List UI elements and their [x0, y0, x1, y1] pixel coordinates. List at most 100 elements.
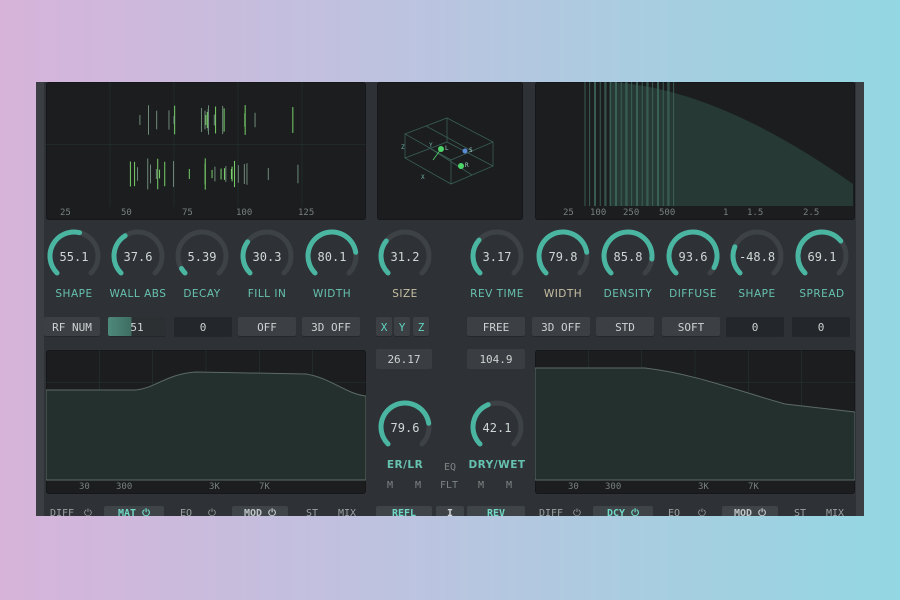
power-icon[interactable]: ⏻ — [208, 508, 216, 516]
tab-dcy[interactable]: DCY ⏻ — [593, 506, 653, 516]
x-axis-button[interactable]: X — [376, 317, 392, 337]
tab-label: MOD — [244, 507, 263, 517]
zero-right-slider-b[interactable]: 0 — [792, 317, 850, 337]
eq-curve — [535, 367, 855, 481]
eq-tick: 30 — [79, 482, 90, 492]
tab-st-left[interactable]: ST — [306, 508, 318, 516]
size-value-box[interactable]: 26.17 — [376, 349, 432, 369]
room-box-graphic — [404, 117, 494, 185]
knob-value: 93.6 — [678, 250, 708, 264]
eq-curve — [46, 371, 366, 481]
axis-z-label: Z — [401, 144, 405, 151]
shape-knob-right[interactable]: -48.8 SHAPE — [724, 228, 790, 310]
decay-tick: 2.5 — [803, 208, 820, 218]
knob-value: 79.8 — [548, 250, 578, 264]
tab-eq-right[interactable]: EQ — [668, 508, 680, 516]
tab-mix-right[interactable]: MIX — [826, 508, 844, 516]
knob-value: -48.8 — [738, 250, 776, 264]
mute-toggle[interactable]: M — [506, 480, 512, 491]
3d-off-right-button[interactable]: 3D OFF — [532, 317, 590, 337]
tab-mix-left[interactable]: MIX — [338, 508, 356, 516]
refl-tick: 100 — [236, 208, 253, 218]
diffuse-knob[interactable]: 93.6 DIFFUSE — [660, 228, 726, 310]
eq-tick: 3K — [209, 482, 220, 492]
knob-value: 31.2 — [390, 250, 420, 264]
refl-tick: 50 — [121, 208, 132, 218]
source-r-label: R — [465, 162, 469, 169]
knob-value: 69.1 — [807, 250, 837, 264]
3d-off-left-button[interactable]: 3D OFF — [302, 317, 360, 337]
decay-tick: 1.5 — [747, 208, 764, 218]
knob-value: 80.1 — [317, 250, 347, 264]
mute-toggle[interactable]: M — [387, 480, 393, 491]
width-knob-left[interactable]: 80.1 WIDTH — [299, 228, 365, 310]
power-icon[interactable]: ⏻ — [573, 508, 581, 516]
wall-abs-knob[interactable]: 37.6 WALL ABS — [105, 228, 171, 310]
tab-mod-left[interactable]: MOD ⏻ — [232, 506, 288, 516]
power-icon[interactable]: ⏻ — [84, 508, 92, 516]
mute-toggle[interactable]: M — [415, 480, 421, 491]
width-knob-right[interactable]: 79.8 WIDTH — [530, 228, 596, 310]
er-eq-display[interactable]: 30 300 3K 7K — [46, 350, 366, 494]
reverb-plugin-window: 25 50 75 100 125 Z Y X L R S 25 100 250 … — [36, 82, 864, 516]
soft-button[interactable]: SOFT — [662, 317, 720, 337]
eq-tick: 7K — [748, 482, 759, 492]
knob-value: 79.6 — [390, 421, 420, 435]
refl-tick: 75 — [182, 208, 193, 218]
zero-right-slider-a[interactable]: 0 — [726, 317, 784, 337]
knob-fill-arc — [179, 266, 188, 276]
refl-tick: 125 — [298, 208, 315, 218]
decay-tick: 100 — [590, 208, 607, 218]
rev-eq-display[interactable]: 30 300 3K 7K — [535, 350, 855, 494]
spread-knob[interactable]: 69.1 SPREAD — [789, 228, 855, 310]
mute-toggle[interactable]: M — [478, 480, 484, 491]
eq-tick: 300 — [116, 482, 133, 492]
tab-mat[interactable]: MAT ⏻ — [104, 506, 164, 516]
tab-st-right[interactable]: ST — [794, 508, 806, 516]
tab-mod-right[interactable]: MOD ⏻ — [722, 506, 778, 516]
knob-label: SPREAD — [799, 288, 845, 300]
er-lr-knob[interactable]: 79.6 ER/LR — [372, 399, 438, 481]
zero-left-slider[interactable]: 0 — [174, 317, 232, 337]
tab-diff-right[interactable]: DIFF — [539, 508, 563, 516]
tab-diff-left[interactable]: DIFF — [50, 508, 74, 516]
eq-tick: 300 — [605, 482, 622, 492]
axis-y-label: Y — [429, 142, 433, 149]
decay-tick: 25 — [563, 208, 574, 218]
decay-knob[interactable]: 5.39 DECAY — [169, 228, 235, 310]
rev-time-value-box[interactable]: 104.9 — [467, 349, 525, 369]
knob-label: ER/LR — [386, 459, 424, 471]
fill-in-knob[interactable]: 30.3 FILL IN — [234, 228, 300, 310]
density-knob[interactable]: 85.8 DENSITY — [595, 228, 661, 310]
tab-rev[interactable]: REV — [467, 506, 525, 516]
tab-refl[interactable]: REFL — [376, 506, 432, 516]
tab-label: MOD — [734, 507, 753, 517]
rf-num-slider[interactable]: 51 — [108, 317, 166, 337]
tab-label: MAT — [118, 507, 137, 517]
knob-value: 55.1 — [59, 250, 89, 264]
y-axis-button[interactable]: Y — [394, 317, 410, 337]
rev-time-knob[interactable]: 3.17 REV TIME — [464, 228, 530, 310]
std-button[interactable]: STD — [596, 317, 654, 337]
tab-i[interactable]: I — [436, 506, 464, 516]
z-axis-button[interactable]: Z — [413, 317, 429, 337]
knob-value: 37.6 — [123, 250, 153, 264]
power-icon[interactable]: ⏻ — [698, 508, 706, 516]
axis-x-label: X — [421, 174, 425, 181]
off-button[interactable]: OFF — [238, 317, 296, 337]
size-knob[interactable]: 31.2 SIZE — [372, 228, 438, 310]
decay-tick: 250 — [623, 208, 640, 218]
eq-label: EQ — [444, 462, 457, 473]
tab-eq-left[interactable]: EQ — [180, 508, 192, 516]
refl-tick: 25 — [60, 208, 71, 218]
knob-label: DRY/WET — [468, 459, 526, 471]
flt-label: FLT — [440, 480, 459, 491]
reflections-display: 25 50 75 100 125 — [46, 82, 366, 220]
eq-tick: 3K — [698, 482, 709, 492]
shape-knob[interactable]: 55.1 SHAPE — [41, 228, 107, 310]
room-3d-view[interactable]: Z Y X L R S — [377, 82, 523, 220]
knob-label: SIZE — [392, 288, 418, 300]
dry-wet-knob[interactable]: 42.1 DRY/WET — [464, 399, 530, 481]
rf-num-button[interactable]: RF NUM — [44, 317, 100, 337]
free-button[interactable]: FREE — [467, 317, 525, 337]
